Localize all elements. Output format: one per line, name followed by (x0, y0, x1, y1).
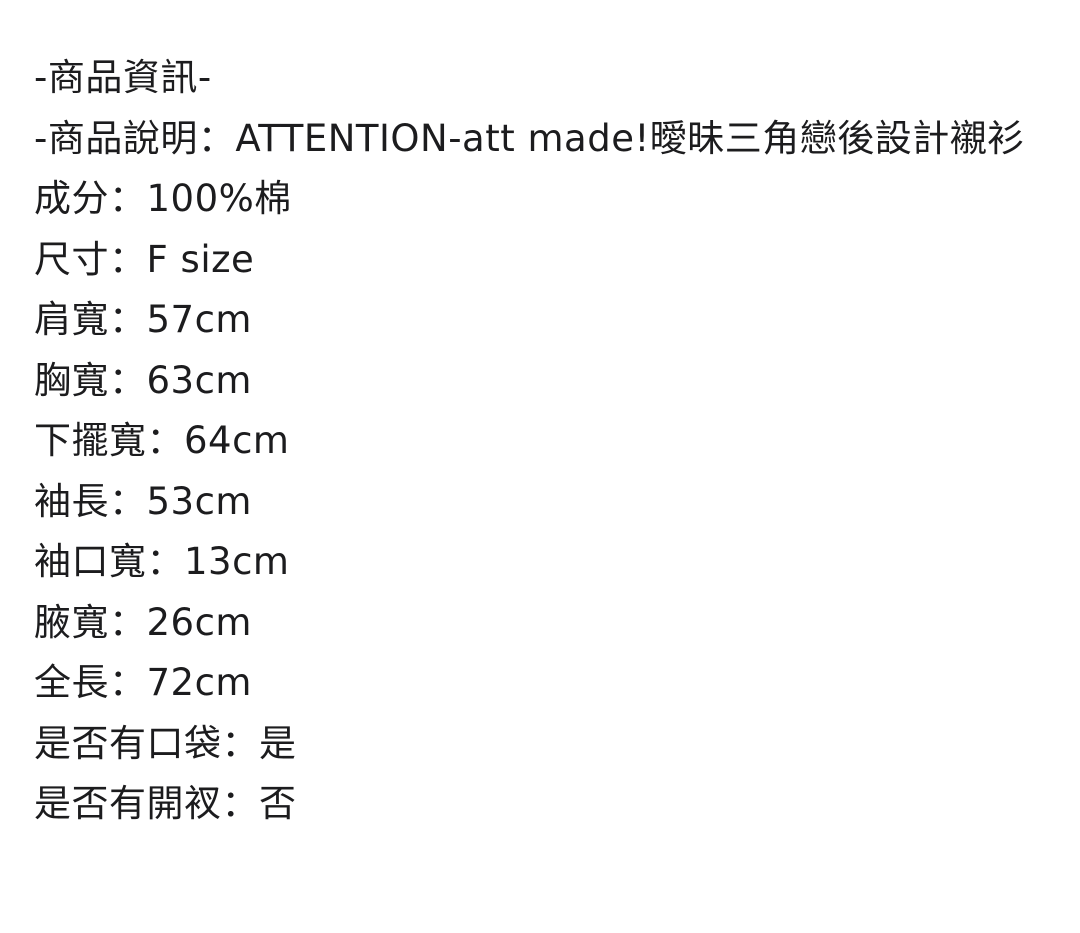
spec-chest-width: 胸寬：63cm (34, 358, 252, 402)
section-title: -商品資訊- (34, 56, 212, 99)
spec-has-slit: 是否有開衩：否 (34, 782, 297, 825)
spec-total-length: 全長：72cm (34, 661, 252, 704)
spec-cuff-width: 袖口寬：13cm (34, 540, 290, 583)
product-info-document: -商品資訊- -商品說明：ATTENTION-att made!曖昧三角戀後設計… (0, 0, 1080, 933)
spec-armpit-width: 腋寬：26cm (34, 600, 252, 644)
spec-material: 成分：100%棉 (34, 177, 292, 220)
spec-has-pocket: 是否有口袋：是 (34, 721, 297, 765)
spec-hem-width: 下擺寬：64cm (34, 419, 290, 462)
spec-size: 尺寸：F size (34, 237, 255, 281)
spec-sleeve-length: 袖長：53cm (34, 479, 252, 523)
product-description: -商品說明：ATTENTION-att made!曖昧三角戀後設計襯衫 (34, 116, 1025, 160)
spec-shoulder-width: 肩寬：57cm (34, 298, 252, 341)
